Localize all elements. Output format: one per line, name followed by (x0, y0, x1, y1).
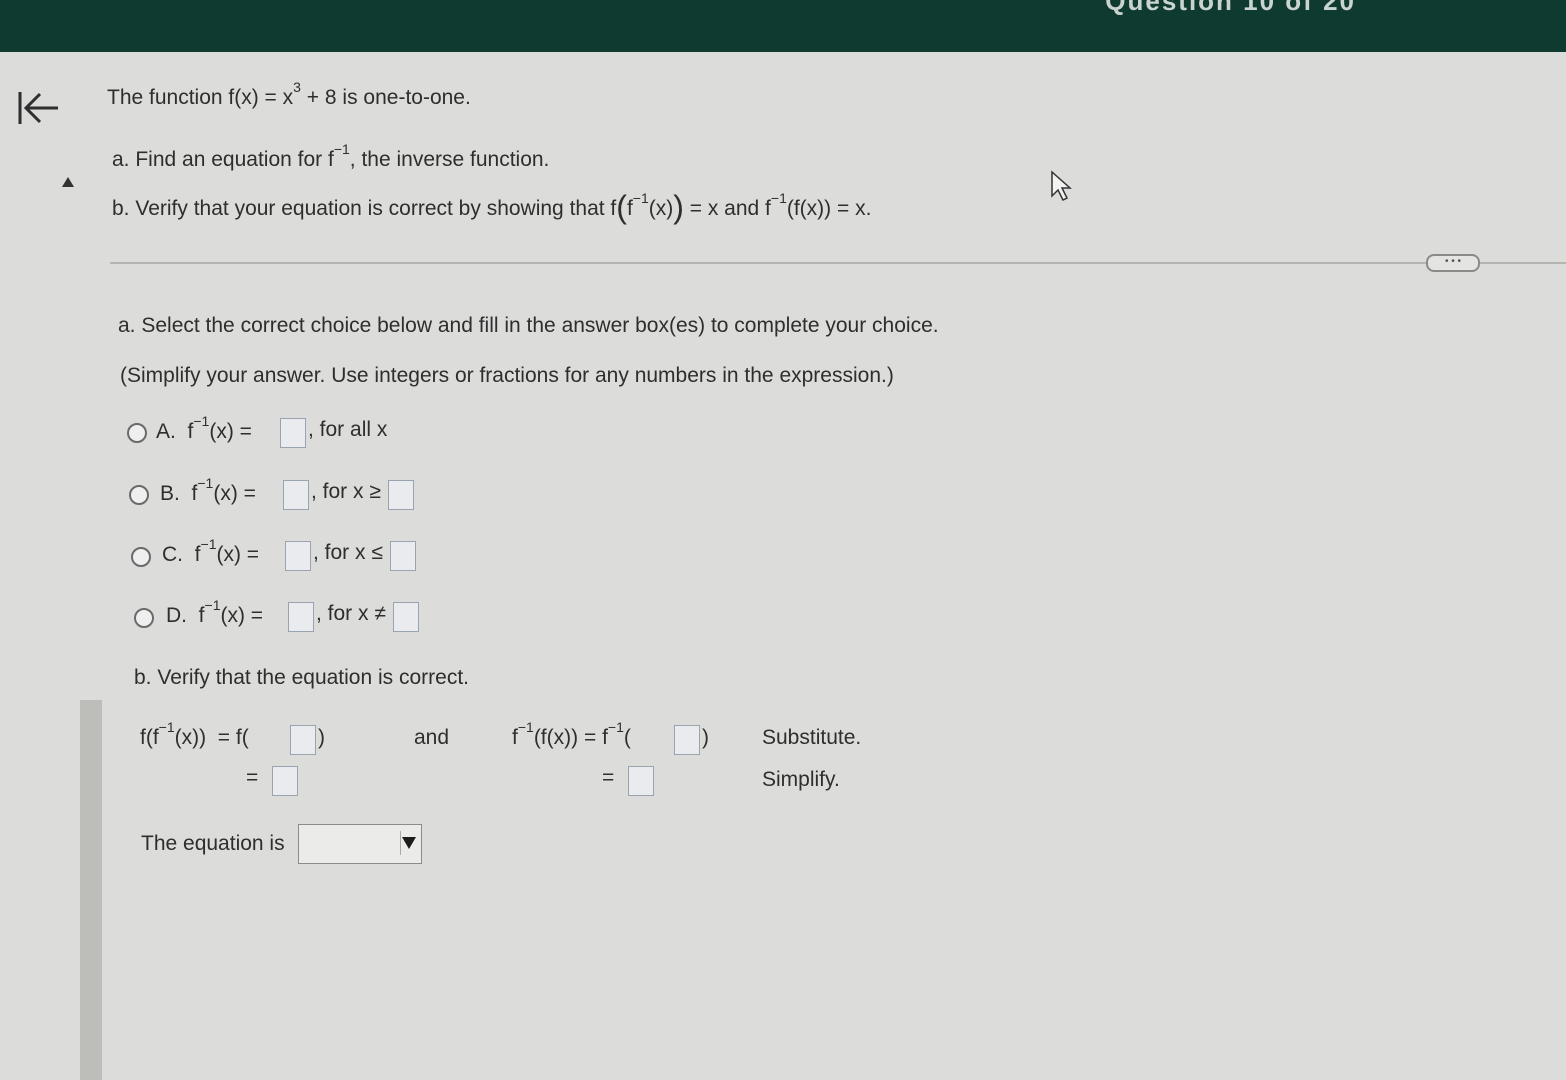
left-equals: = (246, 766, 259, 789)
mouse-cursor-icon (1050, 170, 1074, 207)
choice-a-answer-box[interactable] (280, 418, 306, 448)
radio-choice-c[interactable] (131, 547, 151, 567)
choice-d-condition: , for x ≠ (316, 602, 386, 625)
choice-d-answer-box[interactable] (288, 602, 314, 632)
top-bar: Question 10 of 20 (0, 0, 1566, 52)
choice-d-condition-box[interactable] (393, 602, 419, 632)
problem-part-a: a. Find an equation for f−1, the inverse… (112, 141, 550, 171)
choice-c-condition: , for x ≤ (313, 541, 383, 564)
left-verify-expression: f(f−1(x)) = f( (140, 719, 249, 749)
choice-b-condition-box[interactable] (388, 480, 414, 510)
right-simplify-box[interactable] (628, 766, 654, 796)
choice-c-answer-box[interactable] (285, 541, 311, 571)
divider (110, 262, 1566, 264)
choice-b-condition: , for x ≥ (311, 480, 381, 503)
right-close-paren: ) (702, 726, 709, 749)
substitute-label: Substitute. (762, 726, 862, 749)
choice-c-condition-box[interactable] (390, 541, 416, 571)
equation-is-label: The equation is (141, 832, 285, 855)
back-arrow-icon[interactable] (14, 88, 62, 133)
radio-choice-d[interactable] (134, 608, 154, 628)
radio-choice-b[interactable] (129, 485, 149, 505)
right-equals: = (602, 766, 615, 789)
choice-b-expression: B. f−1(x) = (160, 475, 256, 505)
choice-b-answer-box[interactable] (283, 480, 309, 510)
right-verify-expression: f−1(f(x)) = f−1( (512, 719, 631, 749)
equation-correctness-dropdown[interactable] (298, 824, 422, 864)
scrollbar[interactable] (80, 700, 102, 1080)
left-close-paren: ) (318, 726, 325, 749)
choice-a-condition: , for all x (308, 418, 388, 441)
right-substitute-box[interactable] (674, 725, 700, 755)
more-button[interactable]: • • • (1426, 254, 1480, 272)
choice-c-expression: C. f−1(x) = (162, 536, 260, 566)
choice-d-expression: D. f−1(x) = (166, 597, 264, 627)
left-simplify-box[interactable] (272, 766, 298, 796)
radio-choice-a[interactable] (127, 423, 147, 443)
problem-part-b: b. Verify that your equation is correct … (112, 189, 872, 225)
collapse-arrow-icon[interactable] (62, 174, 74, 192)
problem-intro: The function f(x) = x3 + 8 is one-to-one… (107, 79, 471, 109)
dropdown-caret-icon[interactable] (400, 831, 417, 855)
part-a-hint: (Simplify your answer. Use integers or f… (120, 364, 894, 387)
left-substitute-box[interactable] (290, 725, 316, 755)
choice-a-expression: A. f−1(x) = (156, 413, 252, 443)
simplify-label: Simplify. (762, 768, 840, 791)
part-a-instruction: a. Select the correct choice below and f… (118, 314, 939, 337)
part-b-instruction: b. Verify that the equation is correct. (134, 666, 470, 689)
and-label: and (414, 726, 450, 749)
question-counter: Question 10 of 20 (1105, 0, 1356, 16)
